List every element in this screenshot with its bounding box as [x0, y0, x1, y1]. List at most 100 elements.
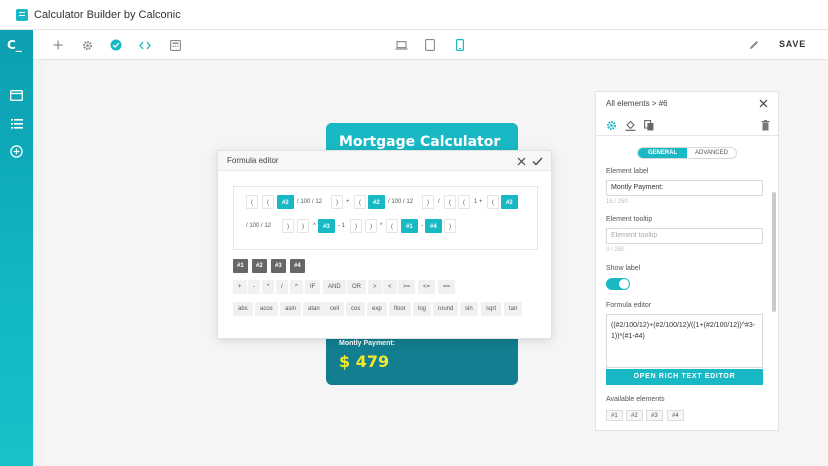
modal-title: Formula editor	[227, 156, 279, 165]
operator-button[interactable]: ==	[438, 280, 456, 294]
payment-value: $ 479	[339, 352, 390, 371]
operator-button[interactable]: <	[383, 280, 397, 294]
save-button[interactable]: SAVE	[779, 39, 806, 49]
list-icon[interactable]	[9, 116, 24, 131]
tab-advanced[interactable]: ADVANCED	[687, 148, 736, 158]
function-button[interactable]: acos	[255, 302, 278, 316]
operator-button[interactable]: AND	[323, 280, 346, 294]
formula-token[interactable]: / 100 / 12	[245, 219, 272, 233]
operator-button[interactable]: *	[262, 280, 275, 294]
formula-token[interactable]: (	[354, 195, 366, 209]
operator-button[interactable]: ^	[290, 280, 303, 294]
formula-token[interactable]: (	[458, 195, 470, 209]
calculator-icon[interactable]	[168, 38, 182, 52]
variable-button-3[interactable]: #3	[271, 259, 286, 273]
formula-token[interactable]: (	[487, 195, 499, 209]
brand-logo[interactable]: C_	[7, 38, 22, 52]
formula-token-variable[interactable]: #2	[277, 195, 294, 209]
formula-token-variable[interactable]: #2	[501, 195, 518, 209]
formula-token-variable[interactable]: #3	[318, 219, 335, 233]
function-button[interactable]: abs	[233, 302, 253, 316]
operator-button[interactable]: -	[248, 280, 260, 294]
formula-token[interactable]: )	[350, 219, 362, 233]
plus-icon[interactable]	[51, 38, 65, 52]
formula-token[interactable]: )	[422, 195, 434, 209]
pencil-icon[interactable]	[747, 38, 761, 52]
function-button[interactable]: sin	[460, 302, 478, 316]
phone-icon[interactable]	[453, 38, 467, 52]
tooltip-input[interactable]: Element tooltip	[606, 228, 763, 244]
formula-token-variable[interactable]: #2	[368, 195, 385, 209]
formula-token[interactable]: )	[365, 219, 377, 233]
card-icon[interactable]	[9, 88, 24, 103]
formula-token[interactable]: *	[379, 219, 383, 233]
available-element-chip[interactable]: #3	[646, 410, 663, 421]
operator-button[interactable]: >=	[398, 280, 416, 294]
function-button[interactable]: asin	[280, 302, 302, 316]
formula-token[interactable]: +	[345, 195, 351, 209]
formula-token[interactable]: / 100 / 12	[296, 195, 323, 209]
formula-token[interactable]: -	[420, 219, 424, 233]
gear-icon[interactable]	[605, 119, 617, 131]
tab-general[interactable]: GENERAL	[638, 148, 687, 158]
formula-token[interactable]: /	[437, 195, 441, 209]
function-button[interactable]: floor	[389, 302, 411, 316]
paint-bucket-icon[interactable]	[624, 119, 636, 131]
panel-breadcrumb[interactable]: All elements > #6	[606, 99, 668, 108]
operator-button[interactable]: OR	[347, 280, 366, 294]
operator-button[interactable]: >	[368, 280, 382, 294]
element-label-input[interactable]: Montly Payment:	[606, 180, 763, 196]
operator-button[interactable]: <=	[418, 280, 436, 294]
formula-token[interactable]: (	[386, 219, 398, 233]
function-button[interactable]: atan	[303, 302, 325, 316]
function-button[interactable]: ceil	[325, 302, 345, 316]
formula-token-variable[interactable]: #4	[425, 219, 442, 233]
operator-button[interactable]: IF	[305, 280, 321, 294]
trash-icon[interactable]	[759, 119, 771, 131]
formula-token[interactable]: (	[262, 195, 274, 209]
operator-button[interactable]: +	[233, 280, 247, 294]
available-element-chip[interactable]: #4	[667, 410, 684, 421]
check-circle-icon[interactable]	[109, 38, 123, 52]
app-logo-icon	[16, 8, 28, 21]
app-title: Calculator Builder by Calconic	[34, 8, 181, 21]
function-button[interactable]: log	[413, 302, 432, 316]
copy-icon[interactable]	[643, 119, 655, 131]
formula-token[interactable]: (	[246, 195, 258, 209]
operator-button[interactable]: /	[276, 280, 288, 294]
close-icon[interactable]	[514, 154, 528, 168]
panel-scrollbar[interactable]	[772, 192, 776, 312]
formula-token[interactable]: / 100 / 12	[387, 195, 414, 209]
formula-token[interactable]: )	[444, 219, 456, 233]
add-circle-icon[interactable]	[9, 144, 24, 159]
function-button[interactable]: round	[433, 302, 459, 316]
tablet-icon[interactable]	[423, 38, 437, 52]
formula-token[interactable]: (	[444, 195, 456, 209]
laptop-icon[interactable]	[394, 38, 408, 52]
variable-button-4[interactable]: #4	[290, 259, 305, 273]
formula-textarea[interactable]: ((#2/100/12)+(#2/100/12)/((1+(#2/100/12)…	[606, 314, 763, 368]
show-label-toggle[interactable]	[606, 278, 630, 290]
open-rich-text-editor-button[interactable]: OPEN RICH TEXT EDITOR	[606, 369, 763, 385]
function-button[interactable]: tan	[504, 302, 523, 316]
formula-token[interactable]: 1 +	[473, 195, 484, 209]
element-label-counter: 15 / 250	[606, 199, 628, 205]
code-icon[interactable]	[138, 38, 152, 52]
confirm-check-icon[interactable]	[530, 154, 544, 168]
function-button[interactable]: exp	[367, 302, 387, 316]
function-button[interactable]: cos	[346, 302, 366, 316]
gear-icon[interactable]	[80, 38, 94, 52]
function-button[interactable]: sqrt	[481, 302, 502, 316]
formula-token[interactable]: ^	[312, 219, 317, 233]
available-element-chip[interactable]: #2	[626, 410, 643, 421]
available-element-chip[interactable]: #1	[606, 410, 623, 421]
formula-token[interactable]: )	[297, 219, 309, 233]
formula-token[interactable]: )	[282, 219, 294, 233]
formula-token[interactable]: )	[331, 195, 343, 209]
formula-token-variable[interactable]: #1	[401, 219, 418, 233]
variable-button-2[interactable]: #2	[252, 259, 267, 273]
formula-token[interactable]: - 1	[337, 219, 346, 233]
formula-token-area[interactable]: ( ( #2 / 100 / 12 ) + ( #2 / 100 / 12 ) …	[233, 186, 538, 250]
variable-button-1[interactable]: #1	[233, 259, 248, 273]
close-icon[interactable]	[757, 97, 769, 109]
